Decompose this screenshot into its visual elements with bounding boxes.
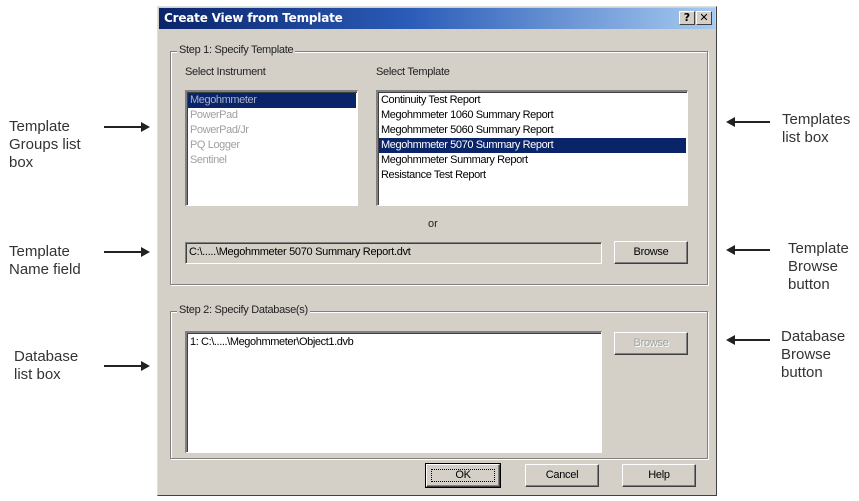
step2-legend: Step 2: Specify Database(s) xyxy=(177,304,310,316)
template-browse-label: Browse xyxy=(633,246,669,258)
dialog-title: Create View from Template xyxy=(164,11,343,25)
close-button[interactable]: ✕ xyxy=(696,11,712,25)
step1-legend: Step 1: Specify Template xyxy=(177,44,296,56)
instrument-list-item[interactable]: Megohmmeter xyxy=(188,93,356,108)
database-browse-button[interactable]: Browse xyxy=(614,332,688,355)
arrow-left-icon xyxy=(726,335,770,345)
template-list-item[interactable]: Megohmmeter 5070 Summary Report xyxy=(379,138,686,153)
close-icon: ✕ xyxy=(699,11,709,24)
template-listbox[interactable]: Continuity Test Report Megohmmeter 1060 S… xyxy=(376,90,688,206)
template-list-item[interactable]: Resistance Test Report xyxy=(379,168,686,183)
question-mark-icon: ? xyxy=(683,11,691,24)
template-list-item[interactable]: Megohmmeter 5060 Summary Report xyxy=(379,123,686,138)
callout-database-browse-text: Database Browse button xyxy=(781,328,846,381)
select-template-label: Select Template xyxy=(376,66,450,78)
database-listbox[interactable]: 1: C:\.....\Megohmmeter\Object1.dvb xyxy=(185,331,602,453)
callout-template-name-text: Template Name field xyxy=(9,243,81,278)
step1-group: Step 1: Specify Template Select Instrume… xyxy=(170,44,708,285)
arrow-right-icon xyxy=(104,122,150,132)
create-view-dialog: Create View from Template ? ✕ Step 1: Sp… xyxy=(157,6,717,496)
database-browse-label: Browse xyxy=(633,337,669,349)
select-instrument-label: Select Instrument xyxy=(185,66,266,78)
help-title-button[interactable]: ? xyxy=(679,11,695,25)
template-browse-button[interactable]: Browse xyxy=(614,241,688,264)
step2-group: Step 2: Specify Database(s) 1: C:\.....\… xyxy=(170,304,708,459)
cancel-label: Cancel xyxy=(545,469,579,481)
ok-label: OK xyxy=(455,469,471,481)
help-label: Help xyxy=(648,469,670,481)
callout-template-groups-text: Template Groups list box xyxy=(9,118,81,171)
database-list-item[interactable]: 1: C:\.....\Megohmmeter\Object1.dvb xyxy=(188,335,600,350)
instrument-list-item[interactable]: Sentinel xyxy=(188,153,356,168)
instrument-listbox[interactable]: Megohmmeter PowerPad PowerPad/Jr PQ Logger S… xyxy=(185,90,358,206)
template-path-field[interactable]: C:\.....\Megohmmeter 5070 Summary Report… xyxy=(185,242,602,264)
instrument-list-item[interactable]: PowerPad/Jr xyxy=(188,123,356,138)
ok-button[interactable]: OK xyxy=(425,463,501,488)
template-list-item[interactable]: Megohmmeter Summary Report xyxy=(379,153,686,168)
arrow-left-icon xyxy=(726,245,770,255)
title-bar: Create View from Template ? ✕ xyxy=(159,8,715,29)
cancel-button[interactable]: Cancel xyxy=(525,464,599,487)
help-button[interactable]: Help xyxy=(622,464,696,487)
callout-templates-list-text: Templates list box xyxy=(782,111,851,146)
arrow-left-icon xyxy=(726,117,770,127)
template-list-item[interactable]: Megohmmeter 1060 Summary Report xyxy=(379,108,686,123)
instrument-list-item[interactable]: PowerPad xyxy=(188,108,356,123)
instrument-list-item[interactable]: PQ Logger xyxy=(188,138,356,153)
callout-template-browse-text: Template Browse button xyxy=(788,240,849,293)
or-label: or xyxy=(428,218,438,230)
arrow-right-icon xyxy=(104,361,150,371)
template-list-item[interactable]: Continuity Test Report xyxy=(379,93,686,108)
arrow-right-icon xyxy=(104,247,150,257)
